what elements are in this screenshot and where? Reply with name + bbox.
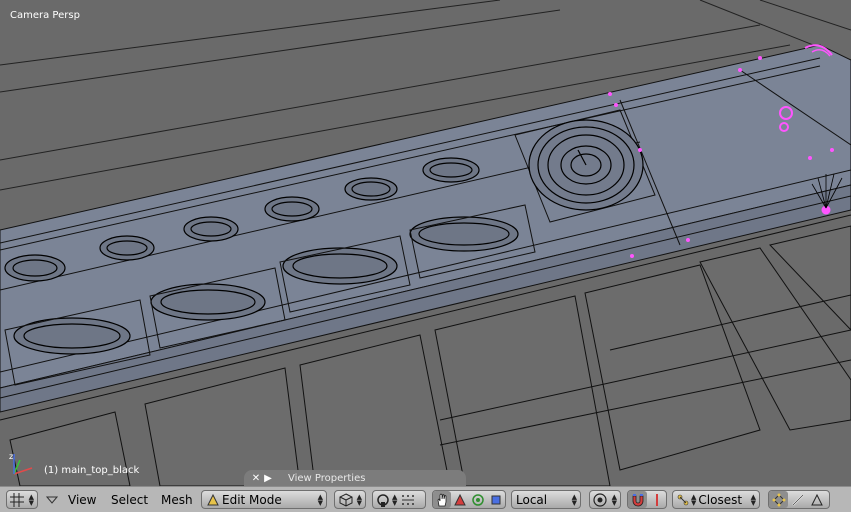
chevron-updown-icon: ▲ ▼ <box>356 492 362 507</box>
edit-mode-icon <box>207 493 219 505</box>
view-properties-label: View Properties <box>288 472 366 484</box>
view-properties-panel-tab[interactable]: ✕ ▶ View Properties <box>244 470 466 486</box>
orientation-selector[interactable]: Local ▲ ▼ <box>511 490 581 509</box>
chevron-updown-icon: ▲ ▼ <box>571 492 577 507</box>
expand-arrow-icon[interactable]: ▶ <box>262 473 274 484</box>
select-edge-mode[interactable] <box>788 491 807 508</box>
grid-icon <box>10 492 24 507</box>
square-icon <box>491 495 501 504</box>
draw-type-selector[interactable]: ▲ ▼ <box>334 490 366 509</box>
vertex-select-icon <box>772 493 785 506</box>
collapse-menus-toggle[interactable] <box>44 490 60 509</box>
manipulator-group <box>432 490 506 509</box>
object-name-label: (1) main_top_black <box>44 465 140 476</box>
face-select-icon <box>810 493 823 505</box>
mode-label: Edit Mode <box>222 492 282 507</box>
circle-icon <box>472 493 484 506</box>
cube-icon <box>339 492 353 507</box>
manipulator-scale[interactable] <box>487 491 505 508</box>
snap-group <box>627 490 667 509</box>
triangle-icon <box>454 493 466 505</box>
snap-element-icon <box>677 494 689 505</box>
svg-text:z: z <box>9 452 13 461</box>
snap-target-label: Closest <box>698 492 743 507</box>
pivot-selector[interactable]: ▲ ▼ <box>372 490 426 509</box>
chevron-updown-icon: ▲ ▼ <box>28 492 34 507</box>
dotted-grid-icon <box>402 494 415 505</box>
editor-type-selector[interactable]: ▲ ▼ <box>6 490 38 509</box>
3d-viewport[interactable]: z Camera Persp (1) main_top_black ✕ ▶ Vi… <box>0 0 851 486</box>
wireframe-mesh <box>0 0 851 486</box>
chevron-updown-icon: ▲ ▼ <box>611 492 617 507</box>
manipulator-toggle[interactable] <box>433 491 451 508</box>
close-icon[interactable]: ✕ <box>250 473 262 484</box>
chevron-updown-icon: ▲ ▼ <box>392 492 398 507</box>
chevron-updown-icon: ▲ ▼ <box>750 492 756 507</box>
menu-mesh[interactable]: Mesh <box>158 490 196 509</box>
chevron-updown-icon: ▲ ▼ <box>691 492 697 507</box>
proportional-edit-selector[interactable]: ▲ ▼ <box>589 490 621 509</box>
chevron-updown-icon: ▲ ▼ <box>317 492 323 507</box>
magnet-icon <box>632 493 643 506</box>
pivot-icon <box>377 493 389 507</box>
snap-toggle[interactable] <box>628 491 647 508</box>
edge-select-icon <box>791 493 804 506</box>
manipulator-translate[interactable] <box>451 491 469 508</box>
orientation-label: Local <box>516 492 548 507</box>
view-name-label: Camera Persp <box>10 10 80 21</box>
3d-view-header: ▲ ▼ View Select Mesh Edit Mode ▲ ▼ ▲ ▼ ▲ ▼ L <box>0 486 851 512</box>
select-mode-group <box>768 490 830 509</box>
axis-gizmo-icon: z <box>6 450 40 480</box>
menu-view[interactable]: View <box>65 490 99 509</box>
select-face-mode[interactable] <box>807 491 826 508</box>
menu-select[interactable]: Select <box>108 490 151 509</box>
manipulator-rotate[interactable] <box>469 491 487 508</box>
snap-target-selector[interactable]: ▲ ▼ Closest ▲ ▼ <box>672 490 760 509</box>
snap-settings[interactable] <box>647 491 666 508</box>
select-vertex-mode[interactable] <box>769 491 788 508</box>
proportional-icon <box>593 492 607 507</box>
hand-icon <box>437 492 447 506</box>
mode-selector[interactable]: Edit Mode ▲ ▼ <box>201 490 327 509</box>
thermometer-icon <box>655 493 658 506</box>
triangle-down-icon <box>46 496 58 504</box>
